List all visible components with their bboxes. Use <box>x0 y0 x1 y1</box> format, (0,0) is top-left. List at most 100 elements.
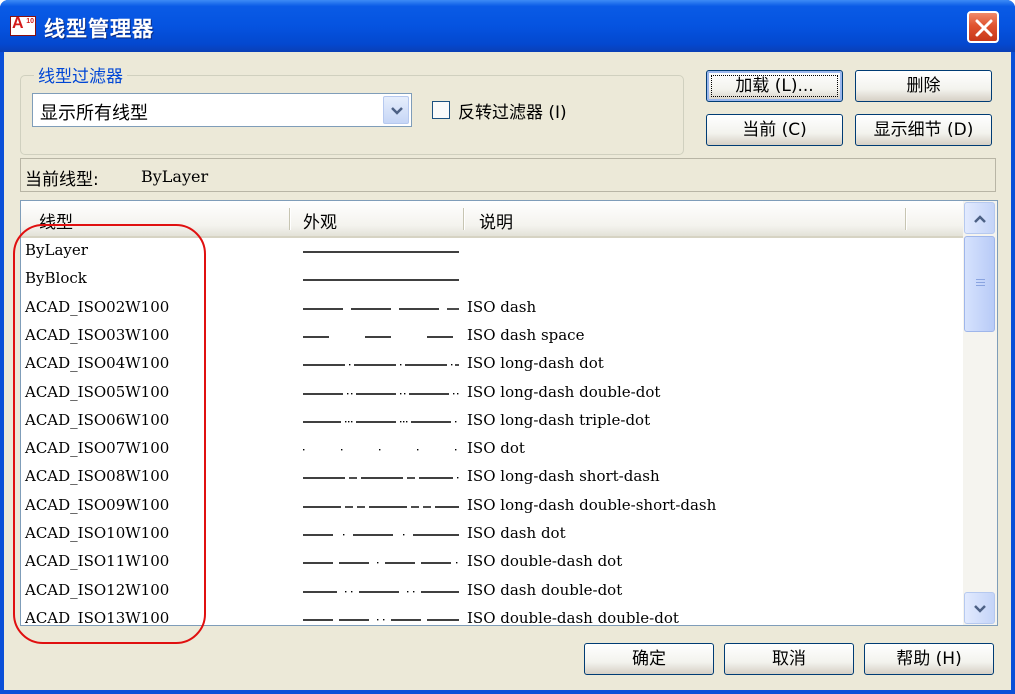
linetype-preview <box>303 449 457 451</box>
list-header: 线型 外观 说明 <box>21 201 963 238</box>
linetype-description: ISO long-dash short-dash <box>467 467 660 486</box>
window-title: 线型管理器 <box>44 17 154 41</box>
column-header-appearance[interactable]: 外观 <box>303 208 337 233</box>
linetype-name: ACAD_ISO08W100 <box>25 467 170 486</box>
current-linetype-label: 当前线型: <box>25 170 99 190</box>
linetype-name: ACAD_ISO07W100 <box>25 439 170 458</box>
linetype-name: ACAD_ISO05W100 <box>25 382 170 401</box>
table-row[interactable]: ACAD_ISO10W100 ISO dash dot <box>21 521 963 549</box>
linetype-preview <box>303 279 459 281</box>
table-row[interactable]: ACAD_ISO08W100 ISO long-dash short-dash <box>21 464 963 492</box>
table-row[interactable]: ACAD_ISO07W100 ISO dot <box>21 436 963 464</box>
linetype-description: ISO dash dot <box>467 524 566 542</box>
linetype-description: ISO double-dash double-dot <box>467 608 679 625</box>
app-icon-letter: A <box>12 15 24 32</box>
linetype-name: ACAD_ISO11W100 <box>25 552 170 571</box>
table-row[interactable]: ACAD_ISO09W100 ISO long-dash double-short… <box>21 493 963 521</box>
arrow-up-icon <box>974 215 986 223</box>
filter-dropdown-button[interactable] <box>383 96 409 124</box>
linetype-description: ISO dash double-dot <box>467 580 623 599</box>
delete-button[interactable]: 删除 <box>855 70 992 102</box>
linetype-preview <box>303 477 459 480</box>
linetype-description: ISO double-dash dot <box>467 552 623 571</box>
set-current-button[interactable]: 当前 (C) <box>706 114 843 146</box>
table-row[interactable]: ACAD_ISO03W100 ISO dash space <box>21 323 963 351</box>
linetype-name: ACAD_ISO13W100 <box>25 608 170 625</box>
linetype-name: ACAD_ISO12W100 <box>25 580 170 599</box>
ok-button-label: 确定 <box>632 649 666 669</box>
linetype-name: ACAD_ISO02W100 <box>25 297 170 316</box>
focus-indicator <box>711 75 838 97</box>
show-details-button[interactable]: 显示细节 (D) <box>855 114 992 146</box>
scroll-up-button[interactable] <box>964 202 995 234</box>
help-button-label: 帮助 (H) <box>896 649 962 669</box>
linetype-preview <box>303 534 459 536</box>
help-button[interactable]: 帮助 (H) <box>864 643 994 675</box>
linetype-description: ISO long-dash triple-dot <box>467 410 651 429</box>
list-body: ByLayer ByBlock ACAD_ISO02W100 ISO dash ACAD… <box>21 238 963 625</box>
table-row[interactable]: ACAD_ISO12W100 ISO dash double-dot <box>21 578 963 606</box>
linetype-description: ISO dash <box>467 297 537 316</box>
linetype-preview <box>303 618 459 621</box>
scroll-thumb[interactable] <box>964 236 995 332</box>
table-row[interactable]: ACAD_ISO13W100 ISO double-dash double-dot <box>21 606 963 625</box>
close-button[interactable] <box>967 11 999 43</box>
column-header-description[interactable]: 说明 <box>479 208 513 233</box>
linetype-description: ISO long-dash double-short-dash <box>467 495 717 514</box>
linetype-preview <box>303 336 453 338</box>
set-current-button-label: 当前 (C) <box>742 120 807 140</box>
linetype-preview <box>303 307 459 310</box>
cancel-button-label: 取消 <box>772 649 806 669</box>
linetype-description: ISO long-dash double-dot <box>467 382 661 401</box>
column-header-linetype[interactable]: 线型 <box>39 208 73 233</box>
current-linetype-bar: 当前线型: ByLayer <box>20 158 996 192</box>
table-row[interactable]: ByBlock <box>21 266 963 294</box>
linetype-name: ACAD_ISO10W100 <box>25 524 170 542</box>
linetype-name: ACAD_ISO09W100 <box>25 495 170 514</box>
invert-filter-checkbox[interactable] <box>432 101 450 119</box>
filter-group-label: 线型过滤器 <box>34 62 127 87</box>
filter-select[interactable]: 显示所有线型 <box>32 93 412 127</box>
show-details-button-label: 显示细节 (D) <box>873 120 974 140</box>
linetype-preview <box>303 562 458 564</box>
linetype-description: ISO dash space <box>467 325 585 344</box>
table-row[interactable]: ACAD_ISO11W100 ISO double-dash dot <box>21 549 963 577</box>
title-bar[interactable]: A 10 线型管理器 <box>0 0 1015 52</box>
table-row[interactable]: ByLayer <box>21 238 963 266</box>
load-button[interactable]: 加载 (L)... <box>706 70 843 102</box>
scroll-down-button[interactable] <box>964 592 995 624</box>
table-row[interactable]: ACAD_ISO05W100 ISO long-dash double-dot <box>21 380 963 408</box>
table-row[interactable]: ACAD_ISO02W100 ISO dash <box>21 295 963 323</box>
cancel-button[interactable]: 取消 <box>724 643 854 675</box>
linetype-preview <box>303 392 459 395</box>
grip-line <box>976 285 985 286</box>
current-linetype-value: ByLayer <box>141 167 209 186</box>
autocad-icon: A 10 <box>10 15 36 36</box>
table-row[interactable]: ACAD_ISO06W100 ISO long-dash triple-dot <box>21 408 963 436</box>
app-icon-version: 10 <box>26 18 34 25</box>
linetype-name: ByBlock <box>25 269 87 288</box>
linetype-description: ISO dot <box>467 439 525 458</box>
filter-select-value: 显示所有线型 <box>40 103 148 124</box>
linetype-preview <box>303 590 459 593</box>
column-divider[interactable] <box>289 208 291 230</box>
linetype-preview <box>303 420 457 423</box>
close-icon <box>975 19 993 37</box>
linetype-name: ACAD_ISO06W100 <box>25 410 170 429</box>
column-divider[interactable] <box>905 208 907 230</box>
column-divider[interactable] <box>463 208 465 230</box>
grip-line <box>976 279 985 280</box>
linetype-list[interactable]: 线型 外观 说明 ByLayer ByBlock ACAD_ISO02W100 ISO… <box>20 200 998 626</box>
linetype-preview <box>303 505 459 508</box>
linetype-name: ByLayer <box>25 241 88 259</box>
dialog-client-area: 线型过滤器 显示所有线型 反转过滤器 (I) 加载 (L)... 删除 当前 (… <box>4 52 1011 690</box>
linetype-description: ISO long-dash dot <box>467 354 604 373</box>
linetype-preview <box>303 364 459 366</box>
table-row[interactable]: ACAD_ISO04W100 ISO long-dash dot <box>21 351 963 379</box>
linetype-name: ACAD_ISO03W100 <box>25 325 170 344</box>
invert-filter-label[interactable]: 反转过滤器 (I) <box>458 98 567 123</box>
grip-line <box>976 282 985 283</box>
ok-button[interactable]: 确定 <box>584 643 714 675</box>
delete-button-label: 删除 <box>906 76 941 96</box>
vertical-scrollbar[interactable] <box>963 201 997 625</box>
